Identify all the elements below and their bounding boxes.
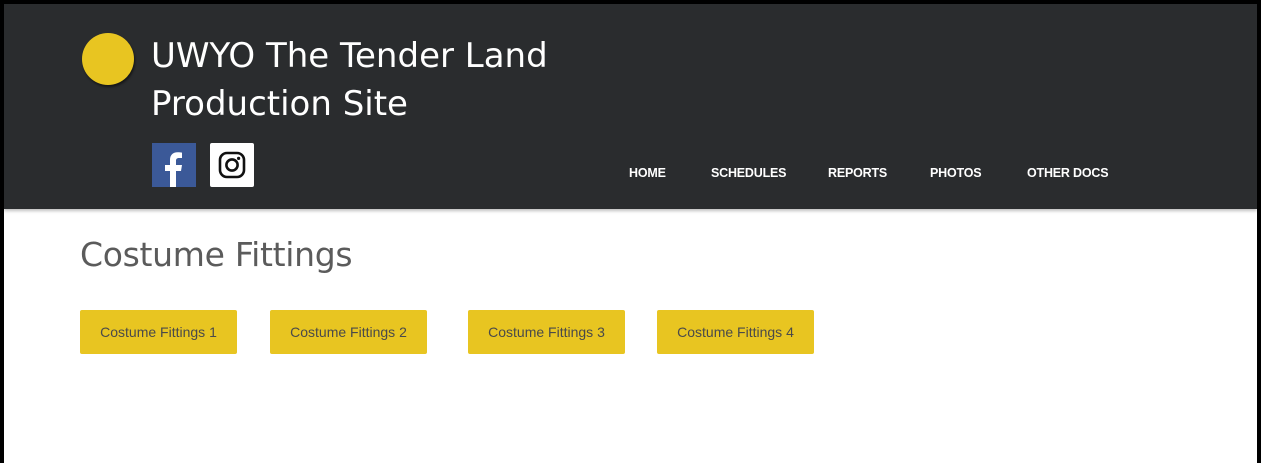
site-header: UWYO The Tender Land Production Site HOM… <box>4 4 1257 209</box>
nav-reports[interactable]: REPORTS <box>828 166 887 181</box>
instagram-link[interactable] <box>210 143 254 187</box>
facebook-link[interactable] <box>152 143 196 187</box>
nav-schedules[interactable]: SCHEDULES <box>711 166 786 181</box>
instagram-icon <box>218 151 246 179</box>
site-logo[interactable] <box>82 33 134 85</box>
facebook-icon <box>165 152 182 187</box>
costume-fittings-4-button[interactable]: Costume Fittings 4 <box>657 310 814 354</box>
nav-home[interactable]: HOME <box>629 166 666 181</box>
nav-photos[interactable]: PHOTOS <box>930 166 982 181</box>
nav-other-docs[interactable]: OTHER DOCS <box>1027 166 1109 181</box>
costume-fittings-1-button[interactable]: Costume Fittings 1 <box>80 310 237 354</box>
site-title[interactable]: UWYO The Tender Land Production Site <box>151 32 571 128</box>
costume-fittings-2-button[interactable]: Costume Fittings 2 <box>270 310 427 354</box>
costume-fittings-3-button[interactable]: Costume Fittings 3 <box>468 310 625 354</box>
page-title: Costume Fittings <box>80 235 353 274</box>
